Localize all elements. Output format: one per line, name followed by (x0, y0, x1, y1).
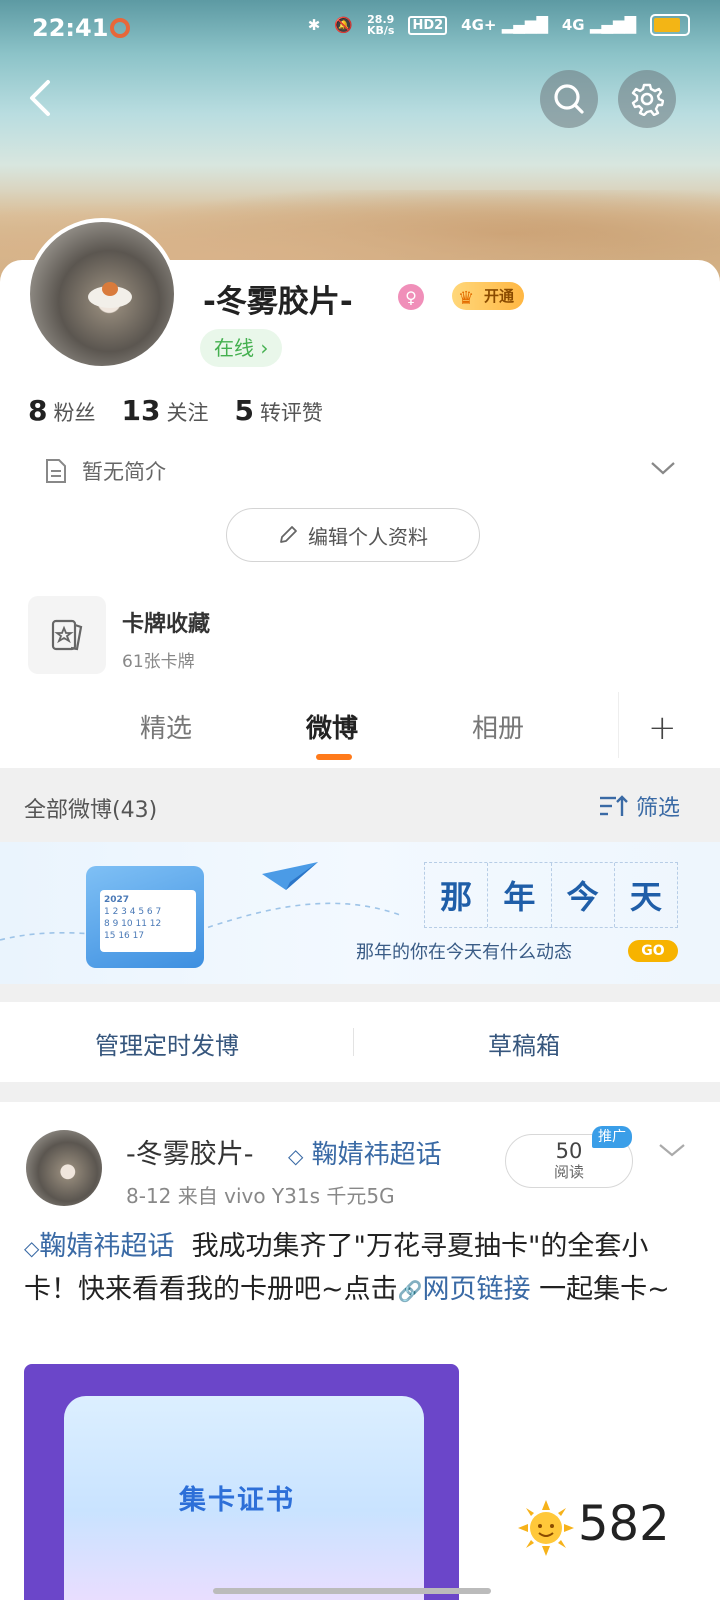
post-meta: 8-12 来自 vivo Y31s 千元5G (126, 1184, 395, 1208)
chevron-down-icon[interactable] (650, 458, 676, 478)
vip-open-button[interactable]: ♛ 开通 (452, 282, 525, 310)
tab-divider (618, 692, 619, 758)
calendar-year: 2027 (104, 895, 130, 905)
online-status-button[interactable]: 在线 › (200, 329, 283, 367)
profile-tabs: 精选 微博 相册 (0, 690, 720, 768)
card-collection-title[interactable]: 卡牌收藏 (122, 606, 210, 638)
certificate-title: 集卡证书 (179, 1485, 295, 1516)
read-label: 阅读 (553, 1163, 584, 1181)
promote-tag[interactable]: 推广 (592, 1126, 632, 1148)
post-body-end: 一起集卡~ (530, 1274, 670, 1305)
status-bar: 22:41 ✱ 🔕 28.9 KB/s HD2 4G+ ▂▄▆█ 4G ▂▄▆█ (0, 0, 720, 56)
filter-bar: 全部微博(43) 筛选 (0, 768, 720, 842)
bio-row[interactable]: 暂无简介 (44, 456, 166, 486)
bluetooth-icon: ✱ (307, 16, 321, 34)
net-speed: 28.9 KB/s (366, 13, 395, 37)
pencil-icon (280, 526, 297, 543)
status-time: 22:41 (32, 14, 109, 42)
settings-button[interactable] (618, 70, 676, 128)
crown-icon: ♛ (458, 288, 475, 309)
all-weibo-count: 全部微博(43) (24, 798, 158, 823)
hd-icon: HD2 (408, 15, 448, 35)
filter-button[interactable]: 筛选 (598, 790, 680, 822)
post-body: ◇鞠婧祎超话 我成功集齐了"万花寻夏抽卡"的全套小卡！快来看看我的卡册吧~点击🔗… (24, 1226, 696, 1312)
diamond-icon: ◇ (24, 1236, 40, 1260)
filter-sort-icon (600, 795, 628, 816)
card-collection-icon-box[interactable] (28, 596, 106, 674)
card-collection-icon (51, 619, 83, 651)
bio-text: 暂无简介 (82, 460, 166, 484)
followers-stat[interactable]: 8 粉丝 (28, 394, 95, 427)
web-link[interactable]: 🔗网页链接 (398, 1274, 531, 1305)
back-arrow-icon[interactable] (22, 78, 62, 118)
edit-profile-button[interactable]: 编辑个人资料 (226, 508, 480, 562)
mute-bell-icon: 🔕 (334, 16, 353, 34)
interactions-stat[interactable]: 5 转评赞 (234, 394, 322, 427)
post-author-avatar[interactable] (26, 1130, 102, 1206)
female-gender-icon: ♀ (398, 284, 424, 310)
signal-4g-icon: 4G ▂▄▆█ (561, 16, 636, 34)
sun-like-icon[interactable] (516, 1498, 576, 1558)
avatar[interactable] (26, 218, 178, 370)
link-icon: 🔗 (397, 1279, 423, 1303)
memories-subtitle: 那年的你在今天有什么动态 (356, 942, 572, 963)
chevron-down-icon[interactable] (658, 1140, 686, 1160)
tab-weibo[interactable]: 微博 (306, 708, 358, 745)
home-indicator[interactable] (213, 1588, 491, 1594)
diamond-icon: ◇ (288, 1144, 304, 1168)
memories-title: 那 年 今 天 (424, 862, 678, 928)
document-icon (46, 459, 66, 483)
memories-go-button[interactable]: GO (628, 940, 678, 962)
divider (353, 1028, 354, 1056)
post-author-name[interactable]: -冬雾胶片- (126, 1132, 254, 1171)
gear-icon (631, 83, 664, 116)
search-button[interactable] (540, 70, 598, 128)
section-divider (0, 984, 720, 1002)
add-tab-icon[interactable]: + (648, 708, 677, 748)
section-divider (0, 1082, 720, 1102)
scheduled-posts-button[interactable]: 管理定时发博 (95, 1026, 239, 1061)
profile-name: -冬雾胶片- (203, 284, 353, 320)
calendar-icon: 2027 1 2 3 4 5 6 78 9 10 11 12 15 16 17 (86, 866, 204, 968)
paper-plane-icon (262, 862, 318, 890)
profile-stats: 8 粉丝 13 关注 5 转评赞 (28, 394, 323, 427)
battery-icon (650, 14, 690, 36)
tab-album[interactable]: 相册 (472, 708, 524, 745)
active-tab-indicator (316, 754, 352, 760)
card-collection-count: 61张卡牌 (122, 652, 195, 672)
post-body-topic-link[interactable]: ◇鞠婧祎超话 (24, 1231, 174, 1262)
search-icon (554, 84, 584, 114)
tab-featured[interactable]: 精选 (140, 708, 192, 745)
signal-4g-plus-icon: 4G+ ▂▄▆█ (461, 16, 548, 34)
post-topic-link[interactable]: ◇ 鞠婧祎超话 (288, 1134, 442, 1171)
recording-indicator-icon (110, 18, 130, 38)
post-actions-bar: 管理定时发博 草稿箱 (0, 1002, 720, 1082)
post-image[interactable]: 集卡证书 (24, 1364, 459, 1600)
following-stat[interactable]: 13 关注 (121, 394, 208, 427)
drafts-button[interactable]: 草稿箱 (488, 1026, 560, 1061)
like-count: 582 (578, 1496, 670, 1552)
